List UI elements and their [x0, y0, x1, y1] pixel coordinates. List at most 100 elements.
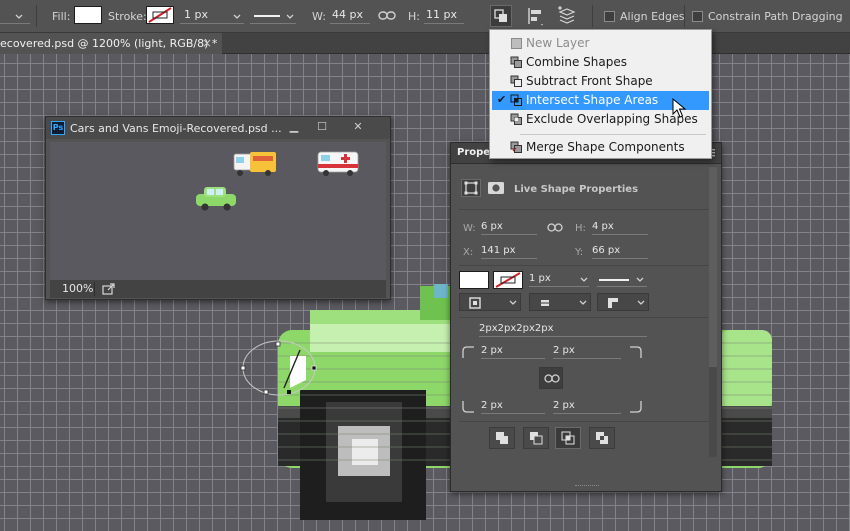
constrain-path-checkbox[interactable] [692, 11, 703, 22]
height-label: H: [408, 10, 420, 23]
combine-shapes-button[interactable] [489, 427, 515, 449]
scrollbar-thumb[interactable] [709, 167, 717, 367]
fill-label: Fill: [52, 10, 71, 23]
mask-icon[interactable] [487, 181, 505, 195]
width-input[interactable]: 44 px [330, 8, 370, 24]
divider [459, 317, 713, 318]
stroke-width-value: 1 px [529, 273, 551, 284]
chevron-down-icon [509, 300, 517, 305]
window-titlebar[interactable]: Ps Cars and Vans Emoji-Recovered.psd ...… [46, 117, 390, 139]
transform-icon-button[interactable] [461, 179, 481, 197]
subtract-front-button[interactable] [523, 427, 549, 449]
menu-item-label: Combine Shapes [526, 55, 627, 69]
path-operations-menu: New Layer Combine Shapes Subtract Front … [489, 29, 712, 159]
document-tab[interactable]: ecovered.psd @ 1200% (light, RGB/8) * × [0, 33, 222, 54]
divider [459, 265, 713, 266]
menu-item-merge-components[interactable]: Merge Shape Components [492, 138, 709, 157]
menu-item-new-layer[interactable]: New Layer [492, 34, 709, 53]
properties-scrollbar[interactable] [709, 167, 717, 457]
window-status-bar: 100% [50, 280, 386, 298]
menu-item-subtract-front[interactable]: Subtract Front Shape [492, 72, 709, 91]
photoshop-logo: Ps [51, 121, 65, 135]
stroke-swatch[interactable] [493, 271, 523, 289]
mouse-cursor-icon [672, 98, 686, 118]
no-color-icon [495, 272, 521, 288]
chevron-down-icon[interactable] [232, 12, 242, 22]
constrain-path-label: Constrain Path Dragging [708, 10, 843, 23]
solid-line-icon [254, 15, 280, 17]
stroke-swatch[interactable] [146, 6, 174, 24]
menu-item-label: New Layer [526, 36, 590, 50]
close-window-button[interactable]: ✕ [350, 120, 366, 134]
chevron-down-icon[interactable] [285, 12, 295, 22]
path-arrangement-button[interactable] [556, 5, 578, 27]
corner-radius-summary[interactable]: 2px2px2px2px [479, 323, 647, 337]
close-tab-icon[interactable]: × [202, 36, 212, 50]
combine-shapes-icon [510, 56, 522, 68]
y-input[interactable]: 66 px [592, 245, 648, 259]
document-tab-bar: ecovered.psd @ 1200% (light, RGB/8) * × [0, 33, 850, 54]
corner-bottom-left-input[interactable]: 2 px [481, 400, 545, 414]
x-label: X: [463, 247, 474, 258]
x-value: 141 px [481, 245, 516, 256]
divider [459, 421, 713, 422]
chevron-down-icon [637, 300, 645, 305]
height-value: 4 px [592, 221, 614, 232]
emoji-vehicles [196, 151, 359, 211]
subtract-front-icon [530, 432, 543, 445]
corner-bottom-right-input[interactable]: 2 px [553, 400, 621, 414]
line-join-icon [608, 298, 618, 308]
chevron-down-icon[interactable] [635, 275, 645, 285]
link-corners-button[interactable] [539, 367, 563, 389]
y-value: 66 px [592, 245, 621, 256]
caps-type-dropdown[interactable] [529, 293, 591, 311]
menu-item-label: Merge Shape Components [526, 140, 685, 154]
menu-item-combine-shapes[interactable]: Combine Shapes [492, 53, 709, 72]
document-preview[interactable] [50, 142, 386, 280]
combine-shapes-icon [496, 432, 508, 444]
export-icon[interactable] [102, 283, 116, 295]
chevron-down-icon[interactable] [579, 275, 589, 285]
path-arrangement-icon [558, 6, 576, 24]
checkmark-icon: ✔ [497, 93, 507, 106]
document-tab-title: ecovered.psd @ 1200% (light, RGB/8) * [0, 37, 218, 50]
exclude-overlap-icon [510, 113, 522, 125]
floating-document-window[interactable]: Ps Cars and Vans Emoji-Recovered.psd ...… [45, 116, 391, 300]
properties-panel[interactable]: Properties Live Shape Properties W: 6 px… [450, 142, 722, 492]
x-input[interactable]: 141 px [481, 245, 537, 259]
path-alignment-button[interactable] [524, 5, 546, 27]
link-icon[interactable] [547, 222, 563, 234]
subtract-front-icon [510, 75, 522, 87]
intersect-areas-icon [510, 94, 522, 106]
align-type-dropdown[interactable] [459, 293, 521, 311]
height-input[interactable]: 11 px [424, 8, 464, 24]
zoom-level[interactable]: 100% [62, 282, 93, 295]
divider [459, 209, 713, 210]
align-edges-checkbox[interactable] [604, 11, 615, 22]
link-icon[interactable] [378, 9, 396, 23]
intersect-areas-button[interactable] [555, 427, 581, 449]
stroke-align-icon [469, 297, 481, 309]
height-input[interactable]: 4 px [592, 221, 648, 235]
width-input[interactable]: 6 px [481, 221, 537, 235]
path-alignment-icon [528, 8, 543, 26]
minimize-button[interactable]: ▁ [286, 120, 302, 134]
stroke-width-value: 1 px [184, 8, 208, 21]
transform-icon [464, 181, 478, 195]
fill-swatch[interactable] [74, 6, 102, 24]
divider [684, 5, 685, 27]
corner-type-dropdown[interactable] [597, 293, 649, 311]
exclude-overlap-button[interactable] [589, 427, 615, 449]
maximize-button[interactable]: ☐ [314, 120, 330, 134]
path-operations-button[interactable] [490, 5, 512, 27]
truck-emoji [233, 152, 276, 176]
options-bar: Fill: Stroke: 1 px W: 44 px H: 11 px Ali… [0, 0, 850, 33]
corner-top-right-input[interactable]: 2 px [553, 345, 621, 359]
corner-bottom-right-icon [630, 401, 642, 413]
resize-grip[interactable] [575, 485, 599, 488]
width-label: W: [312, 10, 326, 23]
fill-swatch[interactable] [459, 271, 489, 289]
solid-line-icon [599, 279, 629, 281]
corner-bottom-right-value: 2 px [553, 400, 575, 411]
corner-top-left-input[interactable]: 2 px [481, 345, 545, 359]
